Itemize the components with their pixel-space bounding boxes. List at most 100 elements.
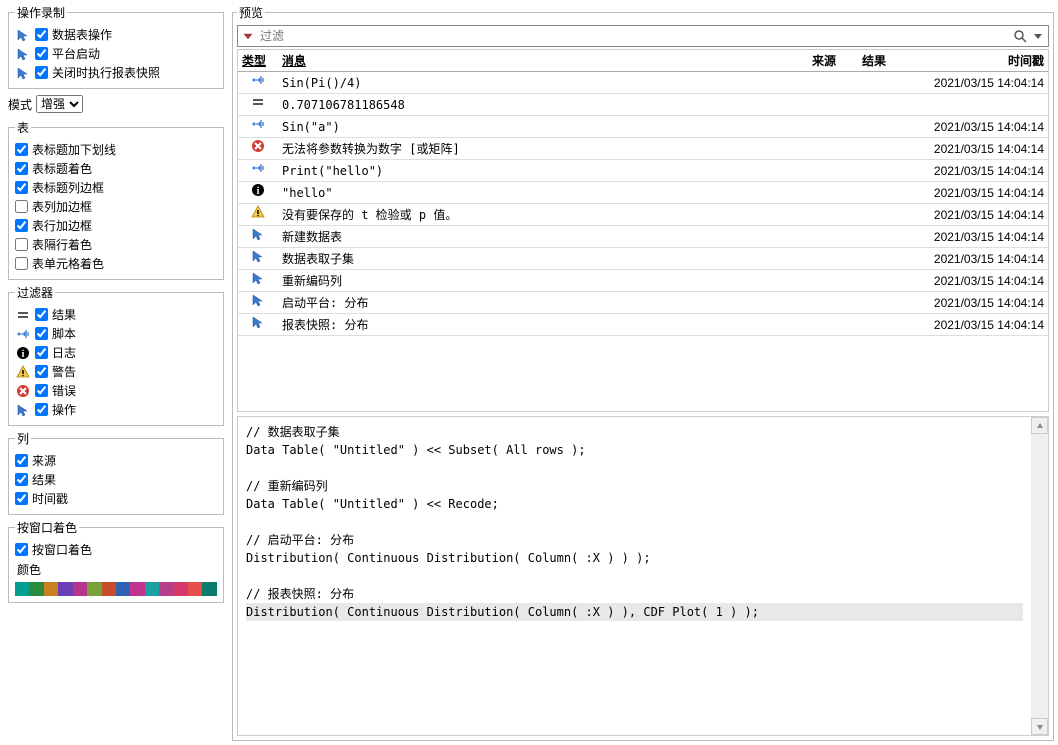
- chevron-down-icon[interactable]: [1030, 31, 1046, 41]
- checkbox[interactable]: [15, 219, 28, 232]
- scroll-up-icon[interactable]: [1031, 417, 1048, 434]
- checkbox[interactable]: [35, 403, 48, 416]
- row-ts: 2021/03/15 14:04:14: [908, 292, 1048, 314]
- checkbox[interactable]: [15, 162, 28, 175]
- color-swatch[interactable]: [159, 582, 173, 596]
- color-swatch[interactable]: [44, 582, 58, 596]
- row-msg: "hello": [278, 182, 808, 204]
- checkbox[interactable]: [15, 238, 28, 251]
- table-row[interactable]: 数据表取子集2021/03/15 14:04:14: [238, 248, 1048, 270]
- windowcolor-check[interactable]: [15, 543, 28, 556]
- checkbox[interactable]: [35, 66, 48, 79]
- checkbox[interactable]: [15, 143, 28, 156]
- row-msg: 没有要保存的 t 检验或 p 值。: [278, 204, 808, 226]
- code-panel: // 数据表取子集 Data Table( "Untitled" ) << Su…: [237, 416, 1049, 736]
- checkbox-row: 操作: [15, 400, 217, 419]
- vertical-scrollbar[interactable]: [1031, 417, 1048, 735]
- color-swatch[interactable]: [87, 582, 101, 596]
- cursor-icon: [15, 47, 31, 61]
- checkbox-label: 关闭时执行报表快照: [52, 64, 160, 81]
- row-msg: Print("hello"): [278, 160, 808, 182]
- table-row[interactable]: 启动平台: 分布2021/03/15 14:04:14: [238, 292, 1048, 314]
- checkbox-label: 操作: [52, 401, 76, 418]
- search-icon[interactable]: [1012, 29, 1028, 43]
- checkbox-label: 日志: [52, 344, 76, 361]
- scroll-down-icon[interactable]: [1031, 718, 1048, 735]
- col-type[interactable]: 类型: [238, 50, 278, 72]
- color-swatches[interactable]: [15, 582, 217, 596]
- col-ts[interactable]: 时间戳: [908, 50, 1048, 72]
- row-ts: [908, 94, 1048, 116]
- table-row[interactable]: 新建数据表2021/03/15 14:04:14: [238, 226, 1048, 248]
- color-swatch[interactable]: [188, 582, 202, 596]
- filter-input[interactable]: [258, 27, 1010, 45]
- checkbox[interactable]: [35, 365, 48, 378]
- checkbox-row: i 日志: [15, 343, 217, 362]
- filter-legend: 过滤器: [15, 284, 55, 301]
- col-result[interactable]: 结果: [858, 50, 908, 72]
- color-swatch[interactable]: [202, 582, 216, 596]
- checkbox-row: 时间戳: [15, 489, 217, 508]
- row-msg: 数据表取子集: [278, 248, 808, 270]
- row-msg: 报表快照: 分布: [278, 314, 808, 336]
- dropdown-icon[interactable]: [240, 30, 256, 42]
- checkbox[interactable]: [15, 492, 28, 505]
- checkbox-label: 脚本: [52, 325, 76, 342]
- color-swatch[interactable]: [15, 582, 29, 596]
- table-group: 表 表标题加下划线表标题着色表标题列边框表列加边框表行加边框表隔行着色表单元格着…: [8, 119, 224, 280]
- record-legend: 操作录制: [15, 4, 67, 21]
- checkbox[interactable]: [15, 257, 28, 270]
- checkbox-label: 结果: [32, 471, 56, 488]
- code-area[interactable]: // 数据表取子集 Data Table( "Untitled" ) << Su…: [238, 417, 1031, 735]
- color-swatch[interactable]: [73, 582, 87, 596]
- equals-icon: [15, 308, 31, 322]
- checkbox[interactable]: [15, 473, 28, 486]
- checkbox[interactable]: [35, 346, 48, 359]
- row-msg: 新建数据表: [278, 226, 808, 248]
- table-row[interactable]: Sin("a")2021/03/15 14:04:14: [238, 116, 1048, 138]
- color-swatch[interactable]: [145, 582, 159, 596]
- checkbox[interactable]: [15, 181, 28, 194]
- checkbox-row: 表列加边框: [15, 197, 217, 216]
- cursor-icon: [250, 227, 266, 241]
- table-row[interactable]: i"hello"2021/03/15 14:04:14: [238, 182, 1048, 204]
- row-ts: 2021/03/15 14:04:14: [908, 204, 1048, 226]
- checkbox-row: 数据表操作: [15, 25, 217, 44]
- row-msg: 重新编码列: [278, 270, 808, 292]
- checkbox[interactable]: [35, 308, 48, 321]
- table-row[interactable]: 无法将参数转换为数字 [或矩阵]2021/03/15 14:04:14: [238, 138, 1048, 160]
- col-source[interactable]: 来源: [808, 50, 858, 72]
- table-row[interactable]: 报表快照: 分布2021/03/15 14:04:14: [238, 314, 1048, 336]
- table-row[interactable]: 0.707106781186548: [238, 94, 1048, 116]
- color-swatch[interactable]: [130, 582, 144, 596]
- color-swatch[interactable]: [58, 582, 72, 596]
- row-ts: 2021/03/15 14:04:14: [908, 72, 1048, 94]
- row-msg: 0.707106781186548: [278, 94, 808, 116]
- checkbox[interactable]: [35, 327, 48, 340]
- checkbox-row: 表标题加下划线: [15, 140, 217, 159]
- checkbox[interactable]: [15, 200, 28, 213]
- color-swatch[interactable]: [102, 582, 116, 596]
- cursor-icon: [250, 249, 266, 263]
- color-swatch[interactable]: [116, 582, 130, 596]
- checkbox[interactable]: [35, 47, 48, 60]
- table-row[interactable]: 重新编码列2021/03/15 14:04:14: [238, 270, 1048, 292]
- info-icon: i: [250, 183, 266, 197]
- table-row[interactable]: 没有要保存的 t 检验或 p 值。 2021/03/15 14:04:14: [238, 204, 1048, 226]
- table-row[interactable]: Print("hello")2021/03/15 14:04:14: [238, 160, 1048, 182]
- mode-select[interactable]: 增强: [36, 95, 83, 113]
- info-icon: i: [15, 346, 31, 360]
- checkbox[interactable]: [35, 28, 48, 41]
- checkbox-row: 表标题列边框: [15, 178, 217, 197]
- color-swatch[interactable]: [29, 582, 43, 596]
- checkbox-label: 表隔行着色: [32, 236, 92, 253]
- checkbox[interactable]: [35, 384, 48, 397]
- color-swatch[interactable]: [174, 582, 188, 596]
- table-row[interactable]: Sin(Pi()/4)2021/03/15 14:04:14: [238, 72, 1048, 94]
- log-table[interactable]: 类型 消息 来源 结果 时间戳 Sin(Pi()/4)2021/03/15 14…: [237, 49, 1049, 412]
- row-ts: 2021/03/15 14:04:14: [908, 116, 1048, 138]
- checkbox-label: 平台启动: [52, 45, 100, 62]
- checkbox[interactable]: [15, 454, 28, 467]
- col-msg[interactable]: 消息: [278, 50, 808, 72]
- columns-group: 列 来源结果时间戳: [8, 430, 224, 515]
